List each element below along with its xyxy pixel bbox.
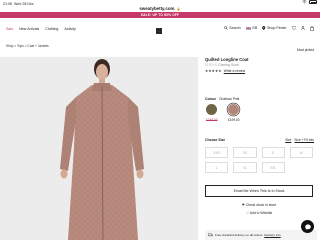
- delivery-info-link[interactable]: Delivery info: [264, 233, 281, 237]
- bag-icon[interactable]: [310, 26, 314, 31]
- delivery-text: Free standard delivery on all orders: [215, 233, 263, 237]
- coming-soon-label: Coming Soon: [218, 63, 239, 67]
- shop-finder-button[interactable]: Shop Finder: [262, 26, 287, 31]
- size-option-m[interactable]: M: [289, 147, 313, 158]
- status-time: 21:08 Wed 28 Dec: [3, 2, 34, 6]
- chat-bubble-icon: [304, 224, 311, 230]
- flag-icon: [245, 26, 251, 30]
- model-illustration: [60, 59, 144, 240]
- brand-logo[interactable]: [156, 28, 162, 34]
- add-to-wishlist-link[interactable]: ♡ Add to Wishlist: [205, 211, 313, 215]
- promo-banner[interactable]: SALE: UP TO 60% OFF: [0, 12, 320, 18]
- size-option-l[interactable]: L: [205, 162, 229, 173]
- region-selector[interactable]: GB: [245, 26, 258, 31]
- nav-link-sale[interactable]: Sale: [6, 27, 13, 31]
- logo-square: [159, 31, 162, 34]
- price-chateau-pink: £199.00: [228, 118, 240, 122]
- colour-swatch-chateau-pink[interactable]: [228, 104, 239, 115]
- check-stock-link[interactable]: ⚑ Check stock in store: [205, 203, 313, 207]
- search-icon: [224, 26, 228, 31]
- colour-heading: Colour: [205, 97, 216, 101]
- store-icon: ⚑: [241, 203, 245, 207]
- breadcrumb: Shop > Tops > Coat + Jackets: [6, 44, 49, 48]
- heart-icon: ♡: [245, 211, 249, 215]
- nav-link-new-arrivals[interactable]: New Arrivals: [19, 27, 39, 31]
- product-image[interactable]: [0, 57, 198, 240]
- product-status: £199.00 Coming Soon: [205, 63, 317, 67]
- lock-icon: 🔒: [176, 7, 181, 11]
- most-picked-tag: Most picked: [296, 48, 314, 52]
- size-fit-link[interactable]: Size + Fit Info: [294, 138, 314, 142]
- price-olive: £249.00: [206, 118, 218, 122]
- write-review-link[interactable]: Write a review: [224, 69, 245, 73]
- colour-label: Colour Chateau Pink: [205, 97, 239, 101]
- check-stock-label: Check stock in store: [245, 203, 277, 207]
- nav-link-clothing[interactable]: Clothing: [45, 27, 58, 31]
- size-grid: XXS XS S M L XL XXL: [205, 147, 313, 173]
- wifi-icon: [302, 0, 307, 4]
- size-links: Size Size + Fit Info: [285, 138, 314, 142]
- battery-icon: [309, 0, 317, 4]
- region-label: GB: [252, 26, 258, 31]
- promo-text: SALE: UP TO 60% OFF: [140, 13, 180, 17]
- size-option-s[interactable]: S: [261, 147, 285, 158]
- search-label: Search: [229, 26, 241, 31]
- account-icon[interactable]: [301, 26, 305, 31]
- logo-square: [156, 28, 159, 31]
- size-guide-link[interactable]: Size: [285, 138, 291, 142]
- product-title: Quilted Longline Coat: [205, 57, 249, 62]
- search-button[interactable]: Search: [224, 26, 241, 30]
- size-label: Choose Size: [205, 138, 226, 142]
- wishlist-label: Add to Wishlist: [249, 211, 273, 215]
- product-rating: ★★★★★ Write a review: [205, 69, 317, 73]
- selected-colour: Chateau Pink: [218, 97, 240, 101]
- size-option-xs[interactable]: XS: [233, 147, 257, 158]
- nav-actions: Search GB Shop Finder: [224, 26, 314, 31]
- status-icons: [302, 0, 317, 4]
- product-price-placeholder: £199.00: [205, 63, 218, 67]
- colour-swatch-olive[interactable]: [206, 104, 217, 115]
- delivery-banner: Free standard delivery on all orders Del…: [205, 230, 317, 240]
- size-option-xl[interactable]: XL: [233, 162, 257, 173]
- wishlist-heart-icon[interactable]: [291, 26, 296, 31]
- logo-square: [156, 31, 159, 34]
- notify-in-stock-button[interactable]: Email Me When This Is In Stock: [205, 185, 313, 197]
- location-pin-icon: [262, 26, 266, 31]
- notify-label: Email Me When This Is In Stock: [233, 189, 285, 193]
- delivery-truck-icon: [208, 233, 213, 237]
- breadcrumb-shop[interactable]: Shop: [6, 44, 13, 48]
- breadcrumb-tops[interactable]: Tops: [17, 44, 24, 48]
- chat-button[interactable]: [301, 220, 314, 233]
- size-option-xxl[interactable]: XXL: [261, 162, 285, 173]
- shop-finder-label: Shop Finder: [267, 26, 287, 31]
- nav-link-activity[interactable]: Activity: [64, 27, 75, 31]
- breadcrumb-coats[interactable]: Coat + Jackets: [27, 44, 48, 48]
- size-option-xxs[interactable]: XXS: [205, 147, 229, 158]
- star-rating-icon: ★★★★★: [205, 68, 222, 73]
- product-info: Quilted Longline Coat £199.00 Coming Soo…: [205, 57, 317, 73]
- main-nav: Sale New Arrivals Clothing Activity Sear…: [0, 23, 320, 37]
- nav-links: Sale New Arrivals Clothing Activity: [6, 27, 76, 31]
- url-text: sweatybetty.com: [139, 6, 175, 11]
- logo-square: [159, 28, 162, 31]
